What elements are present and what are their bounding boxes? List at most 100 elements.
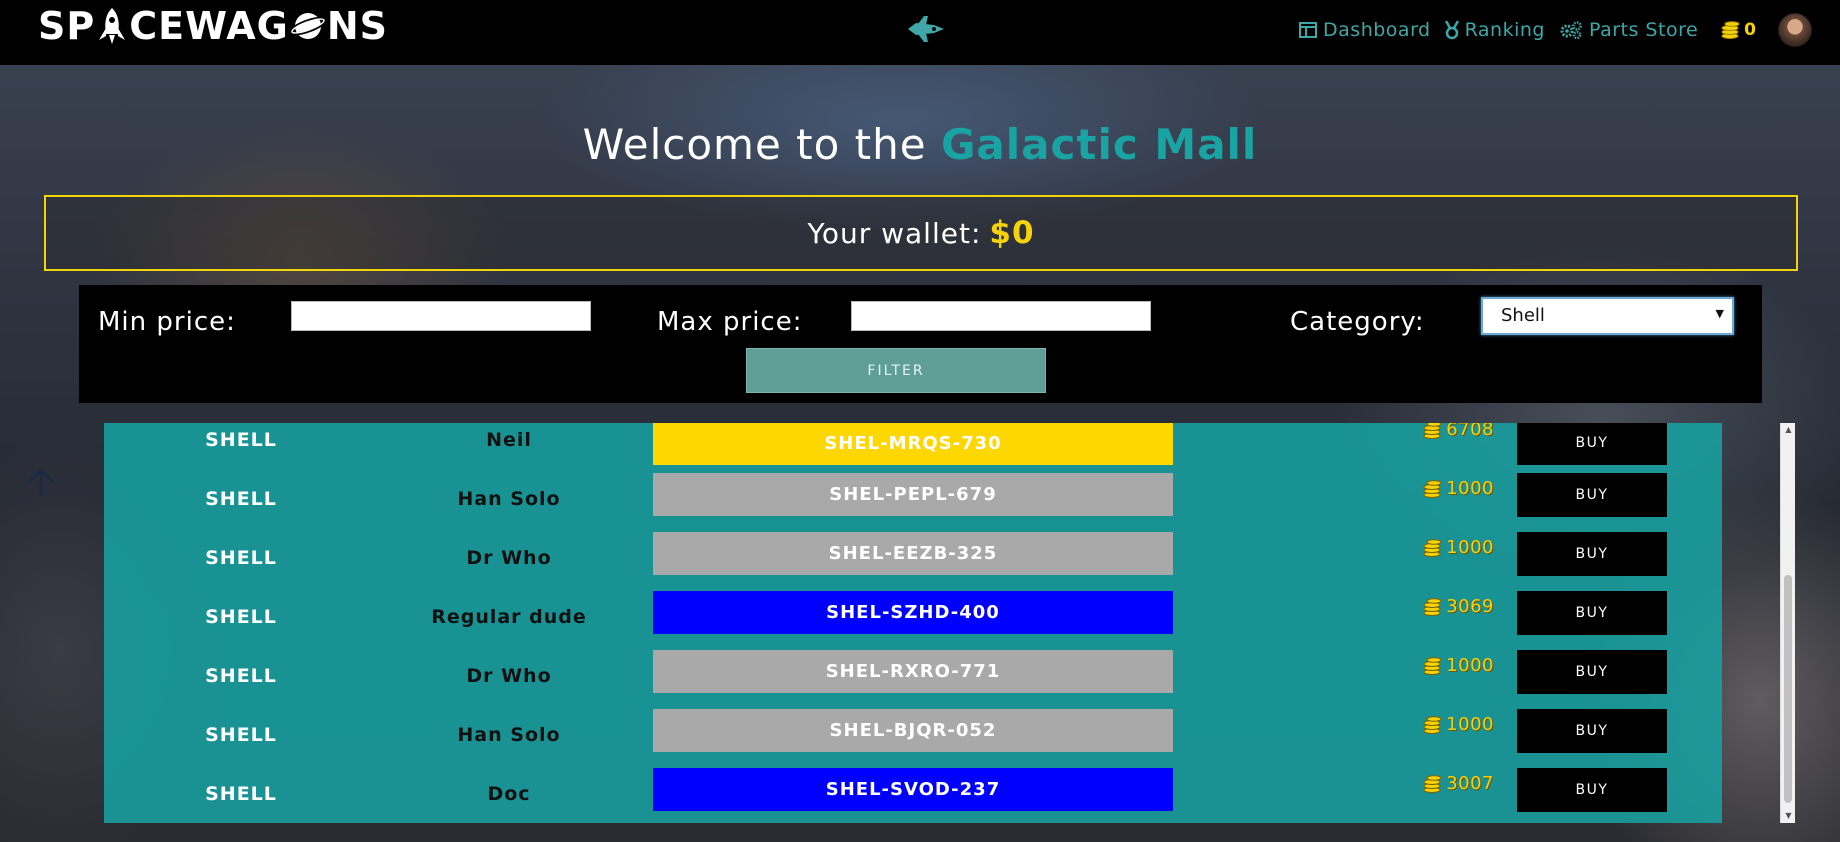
buy-button[interactable]: BUY	[1517, 709, 1667, 753]
part-code: SHEL-EEZB-325	[653, 532, 1173, 575]
part-price: 1000	[1334, 478, 1494, 499]
part-price: 1000	[1334, 537, 1494, 558]
part-category: SHELL	[205, 606, 277, 628]
part-owner: Han Solo	[457, 488, 561, 510]
arrow-up-icon	[27, 467, 55, 496]
wallet-banner: Your wallet: $0	[44, 195, 1798, 271]
part-price: 1000	[1334, 714, 1494, 735]
coins-icon	[1423, 656, 1442, 675]
scroll-down-icon[interactable]: ▼	[1781, 809, 1796, 823]
part-code: SHEL-SVOD-237	[653, 768, 1173, 811]
min-price-input[interactable]	[291, 301, 591, 331]
spacewagons-logo[interactable]: SP CEWAG NS	[38, 4, 389, 48]
part-category: SHELL	[205, 488, 277, 510]
price-value: 1000	[1446, 478, 1494, 499]
dashboard-icon	[1299, 22, 1318, 38]
table-row: SHELL Dr Who SHEL-RXRO-771 1000 BUY	[104, 649, 1722, 708]
category-selected-value: Shell	[1501, 305, 1545, 326]
part-category: SHELL	[205, 429, 277, 451]
spaceship-icon[interactable]	[906, 14, 946, 44]
max-price-input[interactable]	[851, 301, 1151, 331]
price-value: 3069	[1446, 596, 1494, 617]
navbar: SP CEWAG NS Dashboard Ranking Parts Stor…	[0, 0, 1840, 65]
price-value: 6708	[1446, 423, 1494, 440]
nav-link-dashboard[interactable]: Dashboard	[1299, 19, 1431, 41]
part-code: SHEL-MRQS-730	[653, 423, 1173, 465]
part-category: SHELL	[205, 665, 277, 687]
part-code: SHEL-PEPL-679	[653, 473, 1173, 516]
page-title: Welcome to the Galactic Mall	[0, 120, 1840, 169]
price-value: 1000	[1446, 537, 1494, 558]
nav-link-label: Ranking	[1464, 19, 1545, 41]
nav-link-label: Dashboard	[1323, 19, 1431, 41]
part-owner: Neil	[486, 429, 532, 451]
coins-icon	[1423, 774, 1442, 793]
part-price: 3069	[1334, 596, 1494, 617]
nav-link-parts-store[interactable]: Parts Store	[1559, 19, 1698, 41]
coins-balance[interactable]: 0	[1720, 20, 1756, 40]
logo-text-part: CEWAG	[129, 4, 289, 48]
welcome-accent: Galactic Mall	[940, 120, 1258, 169]
scroll-up-icon[interactable]: ▲	[1781, 423, 1796, 437]
buy-button[interactable]: BUY	[1517, 532, 1667, 576]
buy-button[interactable]: BUY	[1517, 591, 1667, 635]
max-price-label: Max price:	[657, 307, 803, 337]
scrollbar-thumb[interactable]	[1784, 575, 1792, 803]
parts-table[interactable]: SHELL Neil SHEL-MRQS-730 6708 BUY SHELL …	[104, 423, 1722, 823]
category-select[interactable]: Shell ▼	[1481, 297, 1734, 335]
filter-button[interactable]: FILTER	[746, 348, 1046, 393]
price-value: 1000	[1446, 655, 1494, 676]
table-row: SHELL Neil SHEL-MRQS-730 6708 BUY	[104, 423, 1722, 472]
min-price-label: Min price:	[98, 307, 236, 337]
table-row: SHELL Regular dude SHEL-SZHD-400 3069 BU…	[104, 590, 1722, 649]
wallet-amount: $0	[989, 215, 1035, 251]
coins-icon	[1423, 479, 1442, 498]
buy-button[interactable]: BUY	[1517, 650, 1667, 694]
coins-icon	[1423, 715, 1442, 734]
table-row: SHELL Han Solo SHEL-BJQR-052 1000 BUY	[104, 708, 1722, 767]
part-code: SHEL-RXRO-771	[653, 650, 1173, 693]
part-owner: Regular dude	[431, 606, 587, 628]
filter-panel: Min price: Max price: Category: Shell ▼ …	[79, 285, 1762, 403]
table-row: SHELL Dr Who SHEL-EEZB-325 1000 BUY	[104, 531, 1722, 590]
medal-icon	[1444, 20, 1459, 40]
part-category: SHELL	[205, 724, 277, 746]
nav-link-ranking[interactable]: Ranking	[1444, 19, 1545, 41]
table-scrollbar[interactable]: ▲ ▼	[1780, 423, 1795, 823]
buy-button[interactable]: BUY	[1517, 423, 1667, 465]
coins-icon	[1423, 597, 1442, 616]
price-value: 3007	[1446, 773, 1494, 794]
wallet-label: Your wallet:	[807, 216, 982, 250]
coins-count: 0	[1744, 20, 1756, 40]
part-code: SHEL-BJQR-052	[653, 709, 1173, 752]
part-category: SHELL	[205, 547, 277, 569]
chevron-down-icon: ▼	[1715, 307, 1724, 320]
part-price: 1000	[1334, 655, 1494, 676]
buy-button[interactable]: BUY	[1517, 768, 1667, 812]
part-price: 3007	[1334, 773, 1494, 794]
part-code: SHEL-SZHD-400	[653, 591, 1173, 634]
category-label: Category:	[1290, 307, 1425, 337]
planet-o-glyph	[289, 13, 326, 39]
coins-icon	[1423, 423, 1442, 439]
nav-links: Dashboard Ranking Parts Store 0	[1285, 0, 1812, 60]
part-owner: Dr Who	[466, 665, 552, 687]
part-owner: Dr Who	[466, 547, 552, 569]
logo-text-part: NS	[326, 4, 389, 48]
part-owner: Doc	[487, 783, 531, 805]
price-value: 1000	[1446, 714, 1494, 735]
coins-icon	[1423, 538, 1442, 557]
part-category: SHELL	[205, 783, 277, 805]
buy-button[interactable]: BUY	[1517, 473, 1667, 517]
gears-icon	[1560, 21, 1582, 39]
part-price: 6708	[1334, 423, 1494, 440]
nav-link-label: Parts Store	[1588, 19, 1699, 41]
part-owner: Han Solo	[457, 724, 561, 746]
avatar[interactable]	[1778, 13, 1812, 47]
coins-icon	[1721, 21, 1740, 39]
rocket-a-glyph	[99, 8, 126, 44]
table-row: SHELL Han Solo SHEL-PEPL-679 1000 BUY	[104, 472, 1722, 531]
logo-text-part: SP	[38, 4, 96, 48]
welcome-prefix: Welcome to the	[582, 120, 927, 169]
table-row: SHELL Doc SHEL-SVOD-237 3007 BUY	[104, 767, 1722, 823]
